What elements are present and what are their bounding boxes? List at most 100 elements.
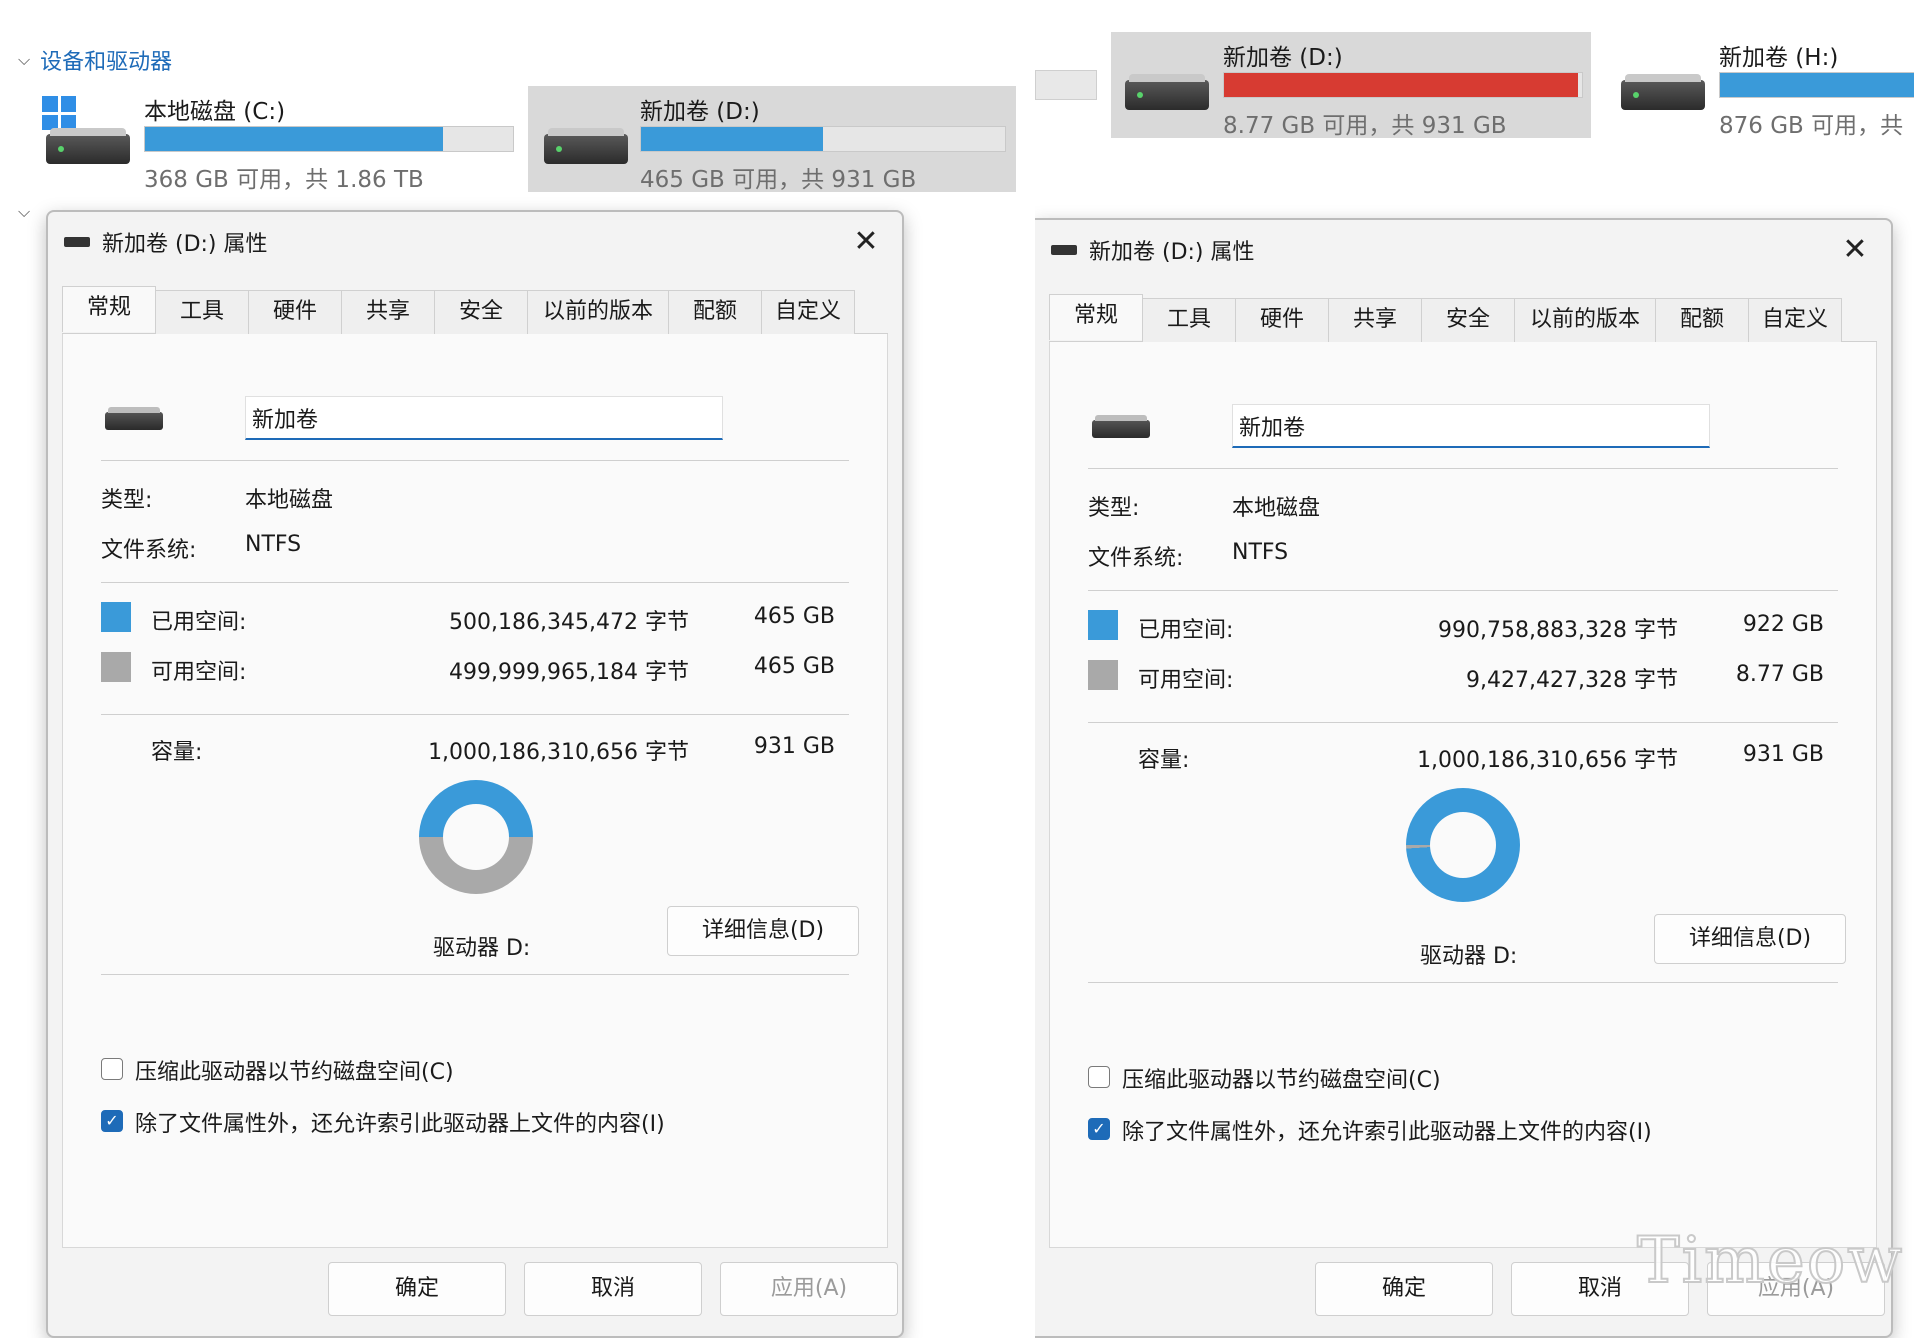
drive-name: 新加卷 (D:): [640, 99, 760, 125]
used-space-size: 465 GB: [753, 604, 835, 629]
close-icon[interactable]: ✕: [1837, 232, 1873, 268]
devices-section-header[interactable]: ⌵ 设备和驱动器: [18, 44, 172, 76]
details-button[interactable]: 详细信息(D): [1654, 914, 1846, 964]
tab-hardware[interactable]: 硬件: [1235, 298, 1329, 342]
tab-bar: 常规 工具 硬件 共享 安全 以前的版本 配额 自定义: [62, 286, 888, 334]
drive-free-text: 8.77 GB 可用，共 931 GB: [1223, 113, 1507, 139]
index-checkbox[interactable]: ✓: [101, 1110, 123, 1132]
cancel-button[interactable]: 取消: [524, 1262, 702, 1316]
drive-name: 本地磁盘 (C:): [144, 99, 286, 125]
drive-tile-h[interactable]: 新加卷 (H:) 876 GB 可用，共: [1607, 32, 1914, 139]
tab-previous-versions[interactable]: 以前的版本: [527, 290, 669, 334]
network-section-header[interactable]: ⌵: [18, 202, 30, 222]
chevron-down-icon[interactable]: ⌵: [18, 202, 30, 222]
drive-icon: [64, 237, 90, 247]
drive-usage-bar: [1719, 72, 1914, 98]
tab-general[interactable]: 常规: [1049, 294, 1143, 340]
type-label: 类型:: [1088, 496, 1140, 521]
tab-customize[interactable]: 自定义: [761, 290, 855, 334]
chevron-down-icon[interactable]: ⌵: [18, 50, 30, 70]
details-button[interactable]: 详细信息(D): [667, 906, 859, 956]
drive-name: 新加卷 (H:): [1719, 45, 1839, 71]
drive-usage-bar: [144, 126, 514, 152]
general-tab-panel: 类型: 本地磁盘 文件系统: NTFS 已用空间: 990,758,883,32…: [1049, 342, 1877, 1248]
drive-tile-c[interactable]: 本地磁盘 (C:) 368 GB 可用，共 1.86 TB: [30, 86, 520, 193]
type-value: 本地磁盘: [1232, 496, 1321, 521]
dialog-title: 新加卷 (D:) 属性: [102, 232, 268, 257]
ok-button[interactable]: 确定: [1315, 1262, 1493, 1316]
tab-hardware[interactable]: 硬件: [248, 290, 342, 334]
tab-customize[interactable]: 自定义: [1748, 298, 1842, 342]
ok-button[interactable]: 确定: [328, 1262, 506, 1316]
filesystem-label: 文件系统:: [101, 538, 197, 563]
used-space-label: 已用空间:: [1138, 618, 1234, 643]
drive-letter-label: 驱动器 D:: [433, 936, 531, 961]
hard-drive-icon: [1092, 415, 1150, 438]
tab-quota[interactable]: 配额: [668, 290, 762, 334]
used-space-bytes: 990,758,883,328 字节: [1438, 618, 1678, 643]
divider: [1088, 590, 1838, 591]
index-label[interactable]: 除了文件属性外，还允许索引此驱动器上文件的内容(I): [135, 1106, 665, 1138]
type-value: 本地磁盘: [245, 488, 334, 513]
used-space-swatch: [101, 602, 131, 632]
capacity-bytes: 1,000,186,310,656 字节: [428, 740, 689, 765]
drive-tile-d[interactable]: 新加卷 (D:) 465 GB 可用，共 931 GB: [528, 86, 1016, 193]
used-space-label: 已用空间:: [151, 610, 247, 635]
divider: [1088, 722, 1838, 723]
dialog-title: 新加卷 (D:) 属性: [1089, 240, 1255, 265]
filesystem-value: NTFS: [245, 532, 302, 557]
tab-security[interactable]: 安全: [1421, 298, 1515, 342]
tab-previous-versions[interactable]: 以前的版本: [1514, 298, 1656, 342]
filesystem-value: NTFS: [1232, 540, 1289, 565]
drive-usage-bar: [1223, 72, 1583, 98]
compress-checkbox[interactable]: [1088, 1066, 1110, 1088]
index-label[interactable]: 除了文件属性外，还允许索引此驱动器上文件的内容(I): [1122, 1114, 1652, 1146]
tab-tools[interactable]: 工具: [1142, 298, 1236, 342]
drive-usage-fill: [641, 127, 823, 151]
tab-tools[interactable]: 工具: [155, 290, 249, 334]
close-icon[interactable]: ✕: [848, 224, 884, 260]
free-space-bytes: 499,999,965,184 字节: [449, 660, 689, 685]
used-space-bytes: 500,186,345,472 字节: [449, 610, 689, 635]
divider: [101, 974, 849, 975]
hard-drive-icon: [105, 407, 163, 430]
drive-usage-fill: [145, 127, 444, 151]
capacity-size: 931 GB: [1742, 742, 1824, 767]
index-checkbox[interactable]: ✓: [1088, 1118, 1110, 1140]
drive-tile-partial[interactable]: [1035, 70, 1097, 100]
volume-name-input[interactable]: [245, 396, 723, 440]
drive-icon: [1051, 245, 1077, 255]
left-screenshot: ⌵ 设备和驱动器 本地磁盘 (C:) 368 GB 可用，共 1.86 TB 新…: [0, 0, 1035, 1338]
drive-usage-bar: [640, 126, 1006, 152]
properties-dialog: 新加卷 (D:) 属性 ✕ 常规 工具 硬件 共享 安全 以前的版本 配额 自定…: [46, 210, 904, 1338]
general-tab-panel: 类型: 本地磁盘 文件系统: NTFS 已用空间: 500,186,345,47…: [62, 334, 888, 1248]
tab-general[interactable]: 常规: [62, 286, 156, 332]
free-space-label: 可用空间:: [151, 660, 247, 685]
drive-free-text: 465 GB 可用，共 931 GB: [640, 167, 917, 193]
compress-label[interactable]: 压缩此驱动器以节约磁盘空间(C): [1122, 1062, 1441, 1094]
tab-security[interactable]: 安全: [434, 290, 528, 334]
capacity-label: 容量:: [151, 740, 203, 765]
tab-sharing[interactable]: 共享: [341, 290, 435, 334]
tab-quota[interactable]: 配额: [1655, 298, 1749, 342]
dialog-titlebar: 新加卷 (D:) 属性: [48, 212, 902, 272]
tab-sharing[interactable]: 共享: [1328, 298, 1422, 342]
free-space-bytes: 9,427,427,328 字节: [1466, 668, 1678, 693]
free-space-size: 465 GB: [753, 654, 835, 679]
drive-tile-d[interactable]: 新加卷 (D:) 8.77 GB 可用，共 931 GB: [1111, 32, 1591, 139]
apply-button[interactable]: 应用(A): [720, 1262, 898, 1316]
compress-label[interactable]: 压缩此驱动器以节约磁盘空间(C): [135, 1054, 454, 1086]
volume-name-input[interactable]: [1232, 404, 1710, 448]
usage-donut-chart: [419, 780, 533, 894]
free-space-swatch: [101, 652, 131, 682]
compress-checkbox[interactable]: [101, 1058, 123, 1080]
devices-section-title: 设备和驱动器: [40, 50, 173, 75]
capacity-size: 931 GB: [753, 734, 835, 759]
tab-bar: 常规 工具 硬件 共享 安全 以前的版本 配额 自定义: [1049, 294, 1877, 342]
type-label: 类型:: [101, 488, 153, 513]
drive-usage-fill: [1720, 73, 1914, 97]
free-space-size: 8.77 GB: [1735, 662, 1824, 687]
drive-name: 新加卷 (D:): [1223, 45, 1343, 71]
windows-logo-icon: [42, 96, 76, 130]
hard-drive-icon: [1621, 74, 1705, 110]
